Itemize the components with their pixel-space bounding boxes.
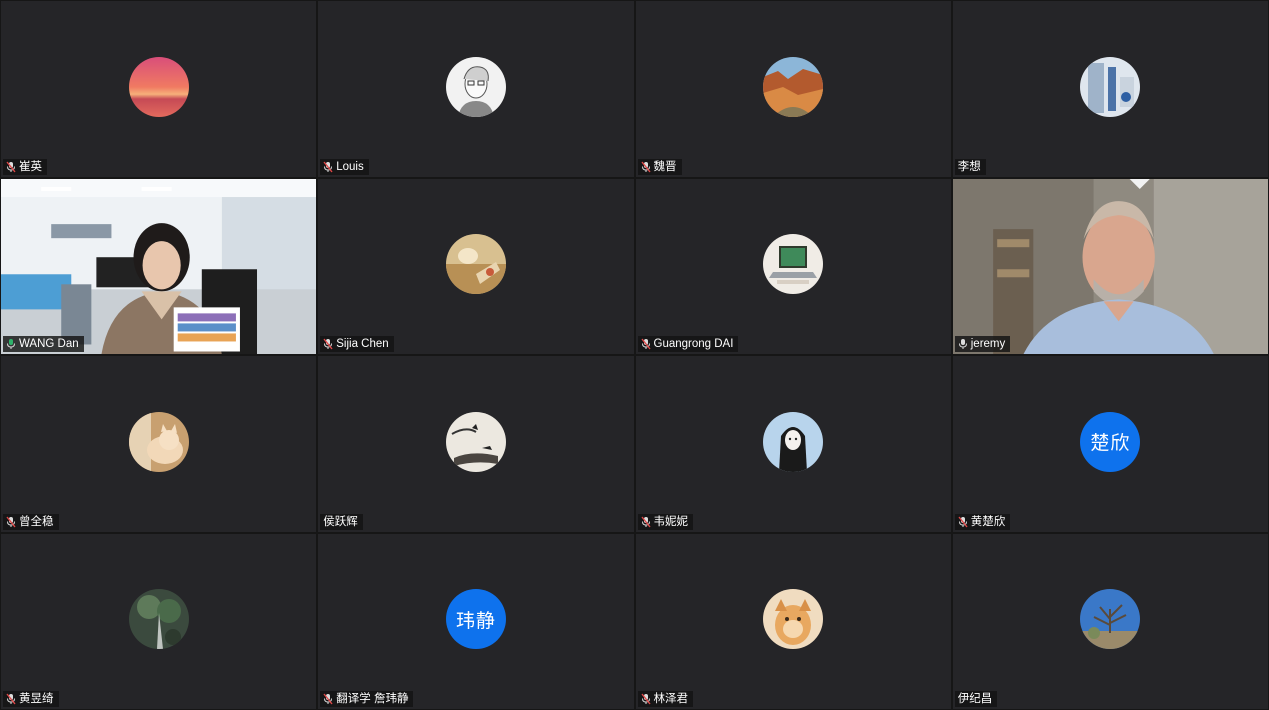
cat-avatar [128,411,189,472]
dog-avatar [763,589,824,650]
name-tag: Louis [320,158,369,175]
participant-name: 崔英 [19,160,42,173]
room-photo-avatar [1080,56,1141,117]
participant-name: Sijia Chen [336,338,389,350]
muted-mic-icon [6,693,16,705]
participant-tile[interactable]: 韦妮妮 [635,356,951,532]
gallery-view: 崔英 Louis 魏晋 李想 WANG Dan Sijia Chen Guang… [0,0,1269,710]
name-tag: 翻译学 詹玮静 [320,691,414,707]
sketch-portrait-avatar [445,56,506,117]
muted-mic-icon [323,161,333,173]
participant-tile[interactable]: 黄昱绮 [1,533,317,709]
participant-tile[interactable]: 崔英 [1,1,317,177]
participant-tile[interactable]: jeremy [952,178,1268,354]
mic-icon [958,338,968,350]
muted-mic-icon [640,338,651,350]
name-tag: 曾全稳 [3,513,59,530]
muted-mic-icon [640,516,651,528]
participant-name: 林泽君 [653,693,689,705]
participant-name: jeremy [970,338,1006,350]
initials-avatar: 玮静 [445,589,506,650]
participant-name: Guangrong DAI [653,338,734,350]
muted-mic-icon [323,338,333,350]
name-tag: 崔英 [3,158,47,175]
participant-name: WANG Dan [19,338,79,350]
participant-name: 黄楚欣 [970,515,1006,528]
name-tag: 黄昱绮 [3,691,59,707]
name-tag: 林泽君 [637,691,693,707]
name-tag: Sijia Chen [320,336,394,352]
ink-painting-avatar [445,411,506,472]
participant-tile-speaking[interactable]: WANG Dan [1,178,317,354]
participant-name: Louis [336,160,364,173]
name-tag: 侯跃辉 [320,513,363,530]
initials-avatar: 楚欣 [1080,411,1141,472]
participant-name: 翻译学 詹玮静 [336,693,409,705]
home-video [952,178,1268,354]
name-tag: jeremy [954,336,1011,352]
participant-tile[interactable]: 伊纪昌 [952,533,1268,709]
participant-tile[interactable]: Guangrong DAI [635,178,951,354]
tree-avatar [128,589,189,650]
sunset-avatar [128,56,189,117]
participant-tile[interactable]: 魏晋 [635,1,951,177]
muted-mic-icon [6,516,16,528]
participant-name: 魏晋 [653,160,677,173]
name-tag: 魏晋 [637,158,682,175]
participant-tile[interactable]: Sijia Chen [318,178,634,354]
participant-name: 李想 [957,160,981,173]
participant-tile[interactable]: Louis [318,1,634,177]
participant-tile[interactable]: 侯跃辉 [318,356,634,532]
muted-mic-icon [6,161,16,173]
participant-tile[interactable]: 玮静 翻译学 詹玮静 [318,533,634,709]
participant-name: 曾全稳 [19,515,54,528]
name-tag: Guangrong DAI [637,336,739,352]
table-photo-avatar [445,234,506,295]
participant-name: 韦妮妮 [653,515,689,528]
participant-name: 黄昱绮 [19,693,54,705]
muted-mic-icon [640,161,651,173]
active-mic-icon [6,338,16,350]
muted-mic-icon [640,693,651,705]
name-tag: 伊纪昌 [954,691,998,707]
name-tag: 李想 [954,158,986,175]
participant-name: 侯跃辉 [323,515,358,528]
laptop-avatar [763,234,824,295]
participant-tile[interactable]: 李想 [952,1,1268,177]
muted-mic-icon [323,693,333,705]
participant-tile[interactable]: 曾全稳 [1,356,317,532]
anime-girl-avatar [763,411,824,472]
muted-mic-icon [958,516,968,528]
office-video [1,178,317,354]
participant-name: 伊纪昌 [957,693,993,705]
name-tag: 韦妮妮 [637,513,693,530]
canyon-avatar [763,56,824,117]
participant-tile[interactable]: 楚欣 黄楚欣 [952,356,1268,532]
name-tag: 黄楚欣 [954,513,1011,530]
participant-tile[interactable]: 林泽君 [635,533,951,709]
sky-tree-avatar [1080,589,1141,650]
name-tag: WANG Dan [3,336,84,352]
